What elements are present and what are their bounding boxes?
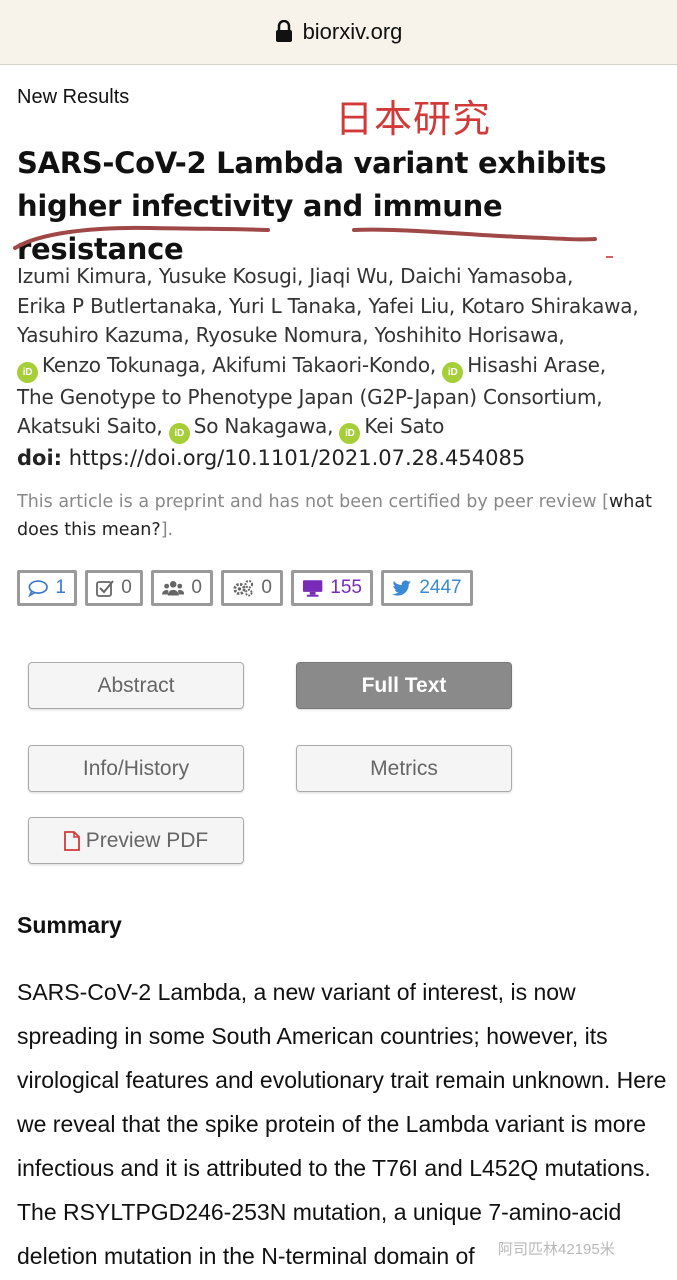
tab-full-text[interactable]: Full Text <box>296 662 512 709</box>
tab-abstract-label: Abstract <box>97 673 175 697</box>
monitor-icon <box>302 580 323 597</box>
author-line: The Genotype to Phenotype Japan (G2P-Jap… <box>17 384 603 409</box>
author-link[interactable]: Kei Sato <box>364 414 444 438</box>
orcid-icon[interactable]: iD <box>17 361 38 383</box>
author-line: Izumi Kimura, Yusuke Kosugi, Jiaqi Wu, D… <box>17 264 574 288</box>
url-text: biorxiv.org <box>302 19 403 44</box>
author-line: Yasuhiro Kazuma, Ryosuke Nomura, Yoshihi… <box>17 323 565 347</box>
reviews-count: 0 <box>121 577 132 598</box>
preprint-note: This article is a preprint and has not b… <box>17 488 657 544</box>
automated-count: 0 <box>261 577 272 598</box>
author-link[interactable]: So Nakagawa, <box>194 414 334 438</box>
lock-icon <box>275 19 295 44</box>
author-list: Izumi Kimura, Yusuke Kosugi, Jiaqi Wu, D… <box>17 262 667 444</box>
author-link[interactable]: Akatsuki Saito, <box>17 414 163 438</box>
comments-count: 1 <box>55 577 66 598</box>
online-count: 155 <box>330 577 362 598</box>
twitter-icon <box>392 579 412 596</box>
tab-metrics[interactable]: Metrics <box>296 745 512 792</box>
watermark-text: 阿司匹林42195米 <box>498 1241 615 1258</box>
preprint-note-close: ]. <box>160 520 174 540</box>
pdf-file-icon <box>63 830 80 851</box>
article-title: SARS-CoV-2 Lambda variant exhibits highe… <box>17 146 607 266</box>
community-count: 0 <box>191 577 202 598</box>
doi-line: doi: https://doi.org/10.1101/2021.07.28.… <box>17 446 525 470</box>
author-link[interactable]: Hisashi Arase, <box>467 353 606 377</box>
metrics-bar: 1 0 0 0 155 2447 <box>17 570 473 606</box>
summary-text: SARS-CoV-2 Lambda, a new variant of inte… <box>17 979 667 1269</box>
tab-full-text-label: Full Text <box>361 673 447 697</box>
doi-link[interactable]: https://doi.org/10.1101/2021.07.28.45408… <box>69 446 525 470</box>
section-label: New Results <box>17 86 130 108</box>
summary-heading: Summary <box>17 912 122 938</box>
reviews-metric[interactable]: 0 <box>85 570 143 606</box>
preview-pdf-label: Preview PDF <box>85 828 209 852</box>
gears-icon <box>233 579 254 597</box>
preview-pdf-button[interactable]: Preview PDF <box>28 817 244 864</box>
tab-info-history[interactable]: Info/History <box>28 745 244 792</box>
comment-icon <box>28 580 48 597</box>
review-check-icon <box>96 580 114 597</box>
tab-info-history-label: Info/History <box>82 756 190 780</box>
twitter-metric[interactable]: 2447 <box>381 570 473 606</box>
twitter-count: 2447 <box>419 577 462 598</box>
address-bar[interactable]: biorxiv.org <box>0 0 677 65</box>
author-line: iD Kenzo Tokunaga, Akifumi Takaori-Kondo,… <box>17 351 667 383</box>
tab-abstract[interactable]: Abstract <box>28 662 244 709</box>
tab-metrics-label: Metrics <box>370 756 438 780</box>
author-link[interactable]: Kenzo Tokunaga, Akifumi Takaori-Kondo, <box>42 353 436 377</box>
handwritten-annotation: 日本研究 <box>335 97 492 141</box>
automated-metric[interactable]: 0 <box>221 570 283 606</box>
comments-metric[interactable]: 1 <box>17 570 77 606</box>
orcid-icon[interactable]: iD <box>168 423 190 444</box>
users-icon <box>162 580 185 596</box>
orcid-icon[interactable]: iD <box>339 423 361 444</box>
author-line: Erika P Butlertanaka, Yuri L Tanaka, Yaf… <box>17 293 639 318</box>
author-line: Akatsuki Saito, iD So Nakagawa, iD Kei Sat… <box>17 412 667 444</box>
community-metric[interactable]: 0 <box>151 570 213 606</box>
preprint-note-text: This article is a preprint and has not b… <box>17 492 609 512</box>
doi-label: doi: <box>17 446 63 470</box>
orcid-icon[interactable]: iD <box>442 361 464 383</box>
online-metric[interactable]: 155 <box>291 570 373 606</box>
